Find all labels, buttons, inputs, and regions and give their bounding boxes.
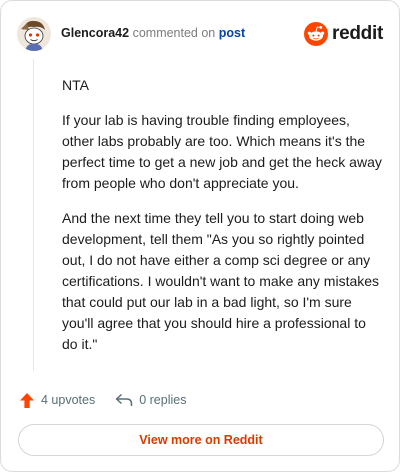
view-more-button[interactable]: View more on Reddit bbox=[18, 424, 384, 456]
comment-paragraph: If your lab is having trouble finding em… bbox=[62, 112, 382, 191]
reddit-wordmark: reddit bbox=[332, 23, 383, 44]
post-link[interactable]: post bbox=[219, 26, 245, 40]
upvote-count: 4 upvotes bbox=[41, 393, 96, 407]
commented-on-text: commented on bbox=[132, 26, 216, 40]
comment-body: NTA If your lab is having trouble findin… bbox=[62, 75, 382, 369]
embedded-comment-card: Glencora42 commented on post reddit NTA … bbox=[0, 0, 400, 472]
comment-paragraph: NTA bbox=[62, 77, 89, 93]
avatar-icon bbox=[17, 17, 51, 51]
comment-header: Glencora42 commented on post reddit bbox=[17, 17, 383, 51]
reddit-logo-icon bbox=[304, 22, 329, 46]
upvote-arrow-icon bbox=[20, 392, 34, 408]
reply-arrow-icon bbox=[115, 393, 133, 406]
user-avatar[interactable] bbox=[17, 17, 51, 51]
reply-button[interactable]: 0 replies bbox=[115, 393, 186, 407]
thread-line bbox=[33, 59, 34, 371]
comment-paragraph: And the next time they tell you to start… bbox=[62, 210, 380, 352]
username-link[interactable]: Glencora42 bbox=[61, 26, 129, 40]
comment-meta: Glencora42 commented on post bbox=[61, 26, 245, 40]
upvote-button[interactable]: 4 upvotes bbox=[19, 392, 95, 409]
comment-actions: 4 upvotes 0 replies bbox=[19, 390, 186, 410]
reply-count: 0 replies bbox=[139, 393, 187, 407]
reddit-brand[interactable]: reddit bbox=[304, 21, 383, 47]
